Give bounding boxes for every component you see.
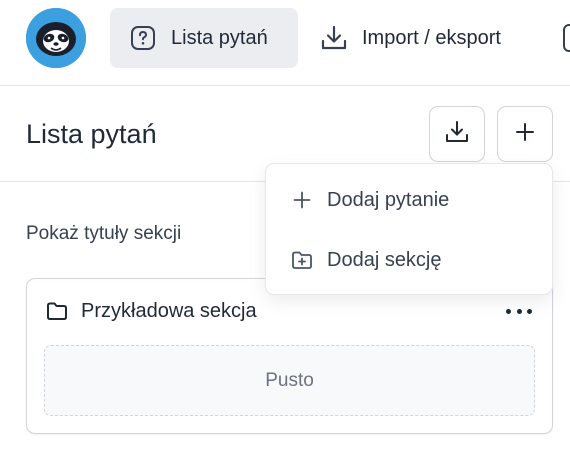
nav-tab-label: Import / eksport <box>362 26 501 49</box>
partial-nav-icon[interactable] <box>563 24 570 52</box>
page-title: Lista pytań <box>26 119 157 149</box>
download-icon <box>320 24 348 52</box>
download-button[interactable] <box>429 106 485 162</box>
empty-section-placeholder: Pusto <box>44 345 535 416</box>
section-title: Przykładowa sekcja <box>81 299 257 322</box>
nav-tab-import-export[interactable]: Import / eksport <box>312 8 542 68</box>
section-more-options-button[interactable] <box>506 301 532 321</box>
menu-item-add-question[interactable]: Dodaj pytanie <box>266 172 552 228</box>
top-navigation: Lista pytań Import / eksport <box>0 0 570 86</box>
dot <box>527 308 532 314</box>
add-button[interactable] <box>497 106 553 162</box>
show-section-titles-label: Pokaż tytuły sekcji <box>26 223 182 244</box>
section-card: Przykładowa sekcja Pusto <box>26 278 553 434</box>
folder-icon <box>45 299 69 323</box>
empty-text: Pusto <box>265 369 314 391</box>
menu-item-label: Dodaj sekcję <box>327 248 442 271</box>
add-dropdown-menu: Dodaj pytanie Dodaj sekcję <box>265 163 553 295</box>
menu-item-label: Dodaj pytanie <box>327 188 450 211</box>
sloth-logo-icon[interactable] <box>26 8 86 68</box>
plus-icon <box>290 188 314 212</box>
dot <box>516 308 522 314</box>
menu-item-add-section[interactable]: Dodaj sekcję <box>266 232 552 288</box>
plus-icon <box>514 121 536 148</box>
folder-plus-icon <box>290 248 314 272</box>
question-square-icon <box>129 24 157 52</box>
download-icon <box>444 119 470 150</box>
nav-tab-question-list[interactable]: Lista pytań <box>110 8 298 68</box>
dot <box>506 308 511 314</box>
section-header: Przykładowa sekcja <box>45 299 257 323</box>
nav-tab-label: Lista pytań <box>171 26 268 49</box>
